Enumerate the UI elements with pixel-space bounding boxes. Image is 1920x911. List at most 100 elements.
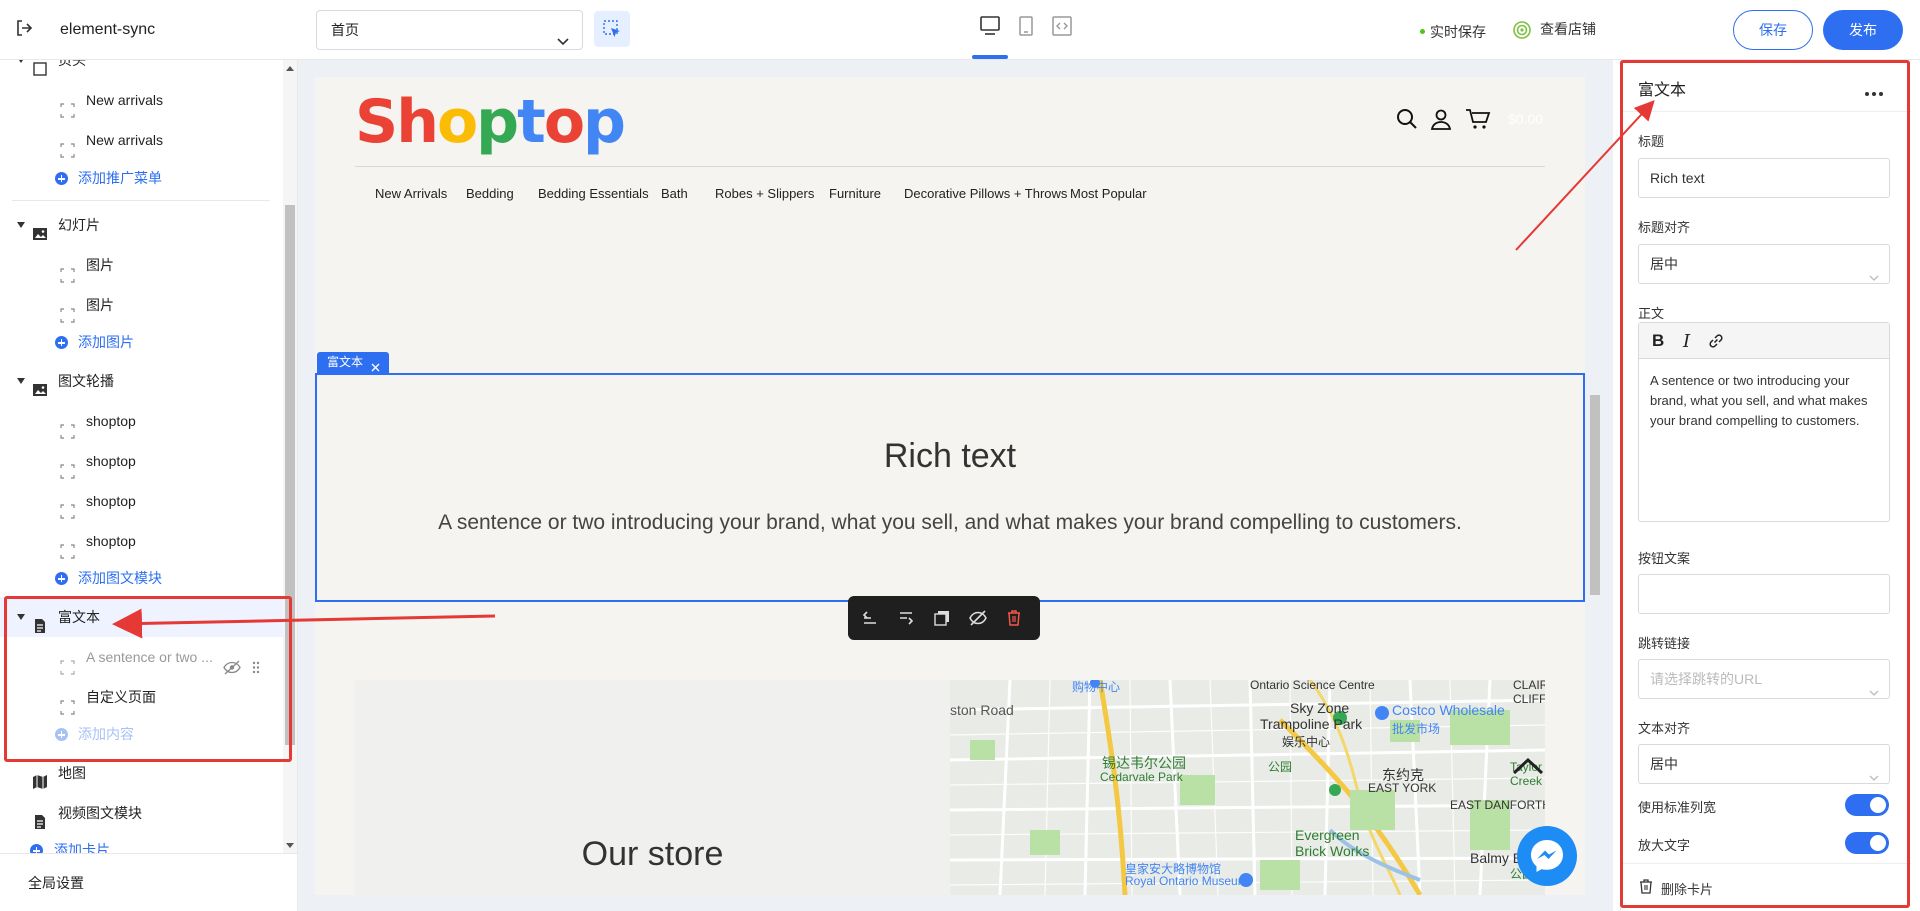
caret-down-icon[interactable] [17,614,25,620]
tree-item-custom-page[interactable]: 自定义页面 [0,677,283,717]
enlarge-text-toggle[interactable] [1845,832,1889,854]
sidebar-scroll-thumb[interactable] [285,205,295,745]
frame-icon [60,133,75,158]
add-content-button[interactable]: 添加内容 [0,714,283,754]
nav-item[interactable]: Decorative Pillows + Throws [904,186,1067,201]
add-card-button[interactable]: 添加卡片 [0,830,283,853]
button-text-input[interactable] [1638,574,1890,614]
delete-icon[interactable] [1004,608,1024,628]
body-rich-text-editor[interactable]: B I A sentence or two introducing your b… [1638,322,1890,522]
chevron-down-icon [1869,259,1879,281]
nav-item[interactable]: Bath [661,186,688,201]
tree-item-new-arrivals-2[interactable]: New arrivals [0,120,283,160]
page-select[interactable]: 首页 [316,10,583,50]
nav-item[interactable]: New Arrivals [375,186,447,201]
scroll-top-chevron-icon[interactable] [1508,747,1548,787]
editor-body[interactable]: A sentence or two introducing your brand… [1639,359,1889,443]
link-label: 跳转链接 [1638,636,1691,651]
header-divider [355,166,1545,167]
text-align-label: 文本对齐 [1638,721,1691,736]
tree-item-new-arrivals-1[interactable]: New arrivals [0,80,283,120]
tree-item-shoptop-4[interactable]: shoptop [0,521,283,561]
exit-icon[interactable] [14,18,34,38]
section-image-carousel[interactable]: 图文轮播 [0,361,283,401]
mobile-icon [1019,16,1033,36]
rich-text-section[interactable]: Rich text A sentence or two introducing … [315,373,1585,602]
bold-icon[interactable]: B [1652,331,1664,351]
plus-circle-icon [30,844,43,853]
divider [12,200,270,201]
messenger-icon [1531,840,1563,872]
add-promo-menu-button[interactable]: 添加推广菜单 [0,158,283,198]
user-icon[interactable] [1429,107,1453,131]
rich-text-title: Rich text [883,437,1017,475]
global-settings-button[interactable]: 全局设置 [0,853,297,911]
scroll-up-arrow-icon[interactable] [286,66,294,71]
canvas-scroll-thumb[interactable] [1590,395,1600,595]
code-view-button[interactable] [1049,13,1075,39]
title-input[interactable]: Rich text [1638,158,1890,198]
hide-icon[interactable] [968,608,988,628]
store-preview: Shoptop $0.00 New Arrivals Bedding Beddi… [315,77,1585,895]
page-icon [32,60,48,76]
image-icon [32,373,48,396]
title-align-select[interactable]: 居中 [1638,244,1890,284]
italic-icon[interactable]: I [1683,331,1690,352]
delete-card-button[interactable]: 删除卡片 [1640,879,1713,898]
panel-title: 富文本 [1638,82,1687,99]
store-map[interactable]: 购物中心 ston Road Ontario Science Centre CL… [950,680,1545,895]
cart-total: $0.00 [1508,111,1544,127]
cart-icon[interactable] [1465,107,1491,131]
section-map[interactable]: 地图 [0,753,283,793]
add-carousel-module-button[interactable]: 添加图文模块 [0,558,283,598]
left-sidebar: 页头 New arrivals New arrivals 添加推广菜单 幻灯片 … [0,60,298,911]
link-icon[interactable] [1707,332,1725,355]
nav-item[interactable]: Bedding Essentials [538,186,649,201]
frame-icon [60,258,75,283]
plus-circle-icon [55,572,68,585]
nav-item[interactable]: Robes + Slippers [715,186,814,201]
messenger-chat-button[interactable] [1517,826,1577,886]
view-store-link[interactable]: 查看店铺 [1512,19,1596,40]
mobile-view-button[interactable] [1013,13,1039,39]
tree-item-shoptop-2[interactable]: shoptop [0,441,283,481]
tree-item-shoptop-3[interactable]: shoptop [0,481,283,521]
section-floating-toolbar [848,596,1040,640]
close-icon[interactable] [371,358,380,372]
save-button[interactable]: 保存 [1733,10,1813,50]
text-align-select[interactable]: 居中 [1638,744,1890,784]
caret-down-icon[interactable] [17,378,25,384]
selected-section-tag[interactable]: 富文本 [317,352,390,373]
nav-item[interactable]: Most Popular [1070,186,1147,201]
eye-off-icon [223,660,241,675]
tree-item-shoptop-1[interactable]: shoptop [0,401,283,441]
caret-down-icon[interactable] [17,60,25,63]
frame-icon [60,650,75,675]
caret-down-icon[interactable] [17,222,25,228]
nav-item[interactable]: Furniture [829,186,881,201]
link-url-select[interactable]: 请选择跳转的URL [1638,659,1890,699]
section-header-partial[interactable]: 页头 [0,60,283,80]
scroll-down-arrow-icon[interactable] [286,843,294,848]
tree-item-rich-text-content[interactable]: A sentence or two ... [0,637,283,677]
move-up-icon[interactable] [860,608,880,628]
standard-width-toggle[interactable] [1845,794,1889,816]
document-icon [32,609,48,633]
select-element-tool-button[interactable] [594,11,630,47]
duplicate-icon[interactable] [932,608,952,628]
add-image-button[interactable]: 添加图片 [0,322,283,362]
desktop-view-button[interactable] [972,13,1008,59]
move-down-icon[interactable] [896,608,916,628]
nav-item[interactable]: Bedding [466,186,514,201]
section-rich-text[interactable]: 富文本 [0,597,283,637]
body-label: 正文 [1638,306,1665,321]
section-video-module[interactable]: 视频图文模块 [0,793,283,833]
tree-item-image-2[interactable]: 图片 [0,285,283,325]
tree-item-image-1[interactable]: 图片 [0,245,283,285]
publish-button[interactable]: 发布 [1823,10,1903,50]
section-slideshow[interactable]: 幻灯片 [0,205,283,245]
shoptop-logo: Shoptop [355,87,626,157]
frame-icon [60,494,75,519]
more-options-icon[interactable] [1865,84,1886,99]
search-icon[interactable] [1395,107,1419,131]
